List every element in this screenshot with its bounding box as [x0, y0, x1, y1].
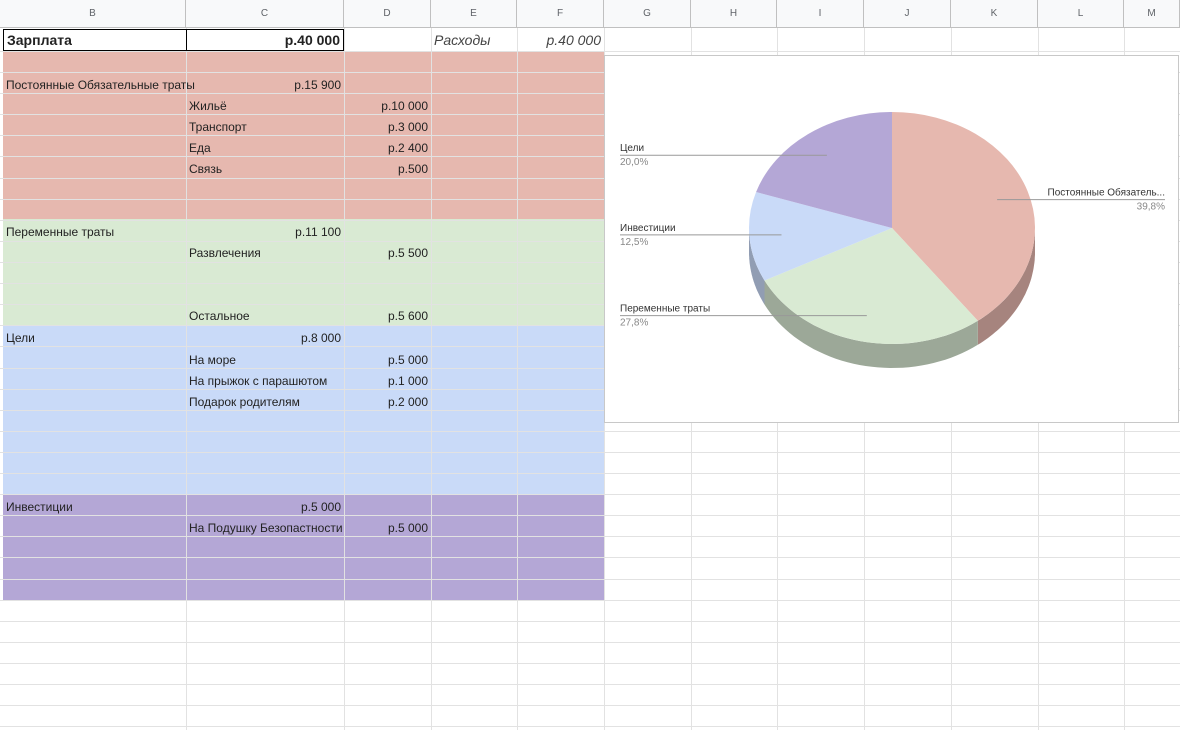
goals-item-name[interactable]: На прыжок с парашютом [186, 370, 344, 391]
pie-slice-label: Инвестиции [620, 223, 676, 234]
row-gridline [0, 494, 1180, 495]
fixed-item-name[interactable]: Жильё [186, 95, 344, 116]
investments-item-name[interactable]: На Подушку Безопастности [186, 517, 344, 538]
row-gridline [0, 726, 1180, 727]
pie-slice-label: Переменные траты [620, 304, 710, 315]
goals-item-value[interactable]: р.5 000 [344, 349, 431, 370]
row-gridline [0, 579, 1180, 580]
column-header-l[interactable]: L [1038, 0, 1124, 28]
pie-slice-percent: 39,8% [1137, 202, 1165, 213]
row-gridline [0, 600, 1180, 601]
goals-item-value[interactable]: р.1 000 [344, 370, 431, 391]
pie-slice-percent: 27,8% [620, 318, 648, 329]
column-header-m[interactable]: M [1124, 0, 1180, 28]
row-gridline [0, 642, 1180, 643]
column-header-b[interactable]: B [0, 0, 186, 28]
pie-slice-label: Цели [620, 143, 644, 154]
column-gridline [517, 28, 518, 730]
investments-total[interactable]: р.5 000 [186, 496, 344, 517]
row-gridline [0, 452, 1180, 453]
investments-label[interactable]: Инвестиции [3, 496, 186, 517]
expenses-value-cell[interactable]: р.40 000 [517, 29, 604, 51]
variable-costs-label[interactable]: Переменные траты [3, 221, 186, 242]
salary-value-cell[interactable]: р.40 000 [186, 29, 344, 51]
goals-total[interactable]: р.8 000 [186, 327, 344, 348]
row-gridline [0, 536, 1180, 537]
fixed-costs-total[interactable]: р.15 900 [186, 74, 344, 95]
goals-item-name[interactable]: На море [186, 349, 344, 370]
column-header-f[interactable]: F [517, 0, 604, 28]
variable-item-name[interactable]: Остальное [186, 305, 344, 326]
column-gridline [431, 28, 432, 730]
goals-item-value[interactable]: р.2 000 [344, 391, 431, 412]
fixed-item-value[interactable]: р.10 000 [344, 95, 431, 116]
salary-label-cell[interactable]: Зарплата [3, 29, 187, 51]
investments-item-value[interactable]: р.5 000 [344, 517, 431, 538]
spreadsheet-grid: B C D E F G H I J K L M Зарплата р.40 00… [0, 0, 1180, 730]
pie-slice-percent: 12,5% [620, 237, 648, 248]
row-gridline [0, 473, 1180, 474]
fixed-costs-label[interactable]: Постоянные Обязательные траты [3, 74, 195, 95]
fixed-item-name[interactable]: Транспорт [186, 116, 344, 137]
fixed-item-value[interactable]: р.500 [344, 158, 431, 179]
column-header-c[interactable]: C [186, 0, 344, 28]
column-header-d[interactable]: D [344, 0, 431, 28]
column-header-j[interactable]: J [864, 0, 951, 28]
column-header-g[interactable]: G [604, 0, 691, 28]
column-header-i[interactable]: I [777, 0, 864, 28]
variable-item-value[interactable]: р.5 600 [344, 305, 431, 326]
column-header-h[interactable]: H [691, 0, 777, 28]
pie-slice-label: Постоянные Обязатель... [1048, 187, 1165, 199]
fixed-item-name[interactable]: Еда [186, 137, 344, 158]
goals-label[interactable]: Цели [3, 327, 186, 348]
fixed-item-value[interactable]: р.2 400 [344, 137, 431, 158]
pie-slice-percent: 20,0% [620, 157, 648, 168]
column-header-k[interactable]: K [951, 0, 1038, 28]
row-gridline [0, 684, 1180, 685]
goals-item-name[interactable]: Подарок родителям [186, 391, 344, 412]
expenses-label-cell[interactable]: Расходы [431, 29, 517, 51]
row-gridline [0, 431, 1180, 432]
fixed-item-value[interactable]: р.3 000 [344, 116, 431, 137]
variable-costs-total[interactable]: р.11 100 [186, 221, 344, 242]
column-header-e[interactable]: E [431, 0, 517, 28]
variable-item-name[interactable]: Развлечения [186, 242, 344, 263]
fixed-item-name[interactable]: Связь [186, 158, 344, 179]
pie-chart-canvas: Постоянные Обязатель... 39,8% Переменные т… [620, 112, 1165, 368]
row-gridline [0, 663, 1180, 664]
variable-item-value[interactable]: р.5 500 [344, 242, 431, 263]
row-gridline [0, 621, 1180, 622]
row-gridline [0, 557, 1180, 558]
pie-chart[interactable]: Постоянные Обязатель... 39,8% Переменные т… [604, 55, 1179, 423]
row-gridline [0, 51, 1180, 52]
row-gridline [0, 705, 1180, 706]
